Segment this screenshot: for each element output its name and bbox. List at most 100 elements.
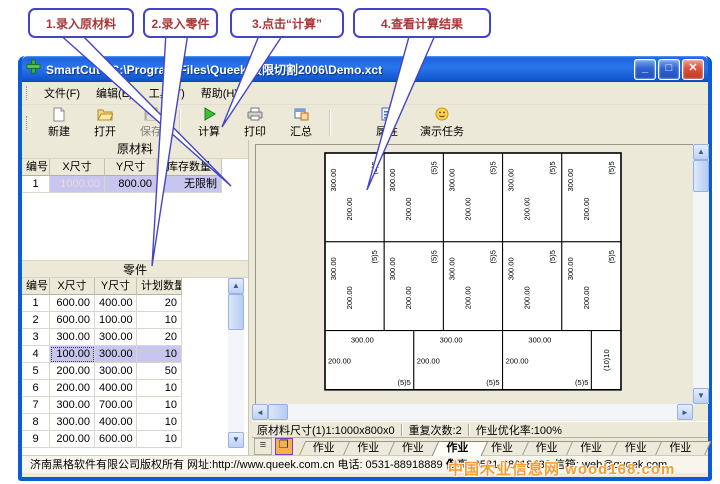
table-cell[interactable]: 600.00 [95,431,137,448]
materials-table: 编号X尺寸Y尺寸库存数量 11000.00800.00无限制 [22,159,248,193]
left-panel: 原材料 编号X尺寸Y尺寸库存数量11000.00800.00无限制 零件 编号X… [22,140,249,455]
menu-tools[interactable]: 工具(T) [141,83,193,103]
column-header[interactable]: 库存数量 [157,159,222,176]
table-cell[interactable]: 3 [22,329,50,346]
table-cell[interactable]: 4 [22,346,50,363]
table-cell[interactable]: 20 [137,295,182,312]
result-status-strip: 原材料尺寸(1)1:1000x800x0 重复次数:2 作业优化率:100% [252,421,708,438]
column-header[interactable]: 编号 [22,159,50,176]
scroll-up-icon[interactable]: ▲ [228,278,244,294]
scroll-up-icon[interactable]: ▲ [693,144,709,160]
calculate-button[interactable]: 计算 [186,106,232,140]
callout-view-results: 4.查看计算结果 [353,8,491,38]
column-header[interactable]: X尺寸 [50,159,105,176]
svg-text:(5)5: (5)5 [397,378,410,387]
table-cell[interactable]: 100.00 [50,346,95,363]
table-cell[interactable]: 400.00 [95,414,137,431]
scroll-down-icon[interactable]: ▼ [228,432,244,448]
app-logo-icon [26,59,41,79]
table-cell[interactable]: 300.00 [95,346,137,363]
table-cell[interactable]: 50 [137,363,182,380]
tab-menu-icon[interactable]: ≡ [254,438,272,455]
table-cell[interactable]: 800.00 [105,176,157,193]
new-button[interactable]: 新建 [36,106,82,140]
properties-icon [381,107,394,123]
result-panel: 300.00200.00(5)5300.00200.00(5)5300.0020… [252,140,708,455]
table-cell[interactable]: 100.00 [95,312,137,329]
column-header[interactable]: 计划数量 [137,278,182,295]
menu-help[interactable]: 帮助(H) [193,83,246,103]
table-cell[interactable]: 300.00 [50,414,95,431]
menubar-gripper[interactable] [26,86,31,100]
menu-file[interactable]: 文件(F) [36,83,88,103]
table-cell[interactable]: 700.00 [95,397,137,414]
svg-text:(5)5: (5)5 [370,250,379,263]
summary-button[interactable]: 汇总 [278,106,324,140]
open-button[interactable]: 打开 [82,106,128,140]
menu-edit[interactable]: 编辑(E) [88,83,141,103]
table-cell[interactable]: 300.00 [50,397,95,414]
result-vertical-scrollbar[interactable]: ▲ ▼ [693,144,709,404]
maximize-button[interactable]: □ [658,59,680,80]
table-cell[interactable]: 600.00 [50,295,95,312]
table-cell[interactable]: 10 [137,380,182,397]
column-header[interactable]: Y尺寸 [105,159,157,176]
scroll-right-icon[interactable]: ► [677,404,693,420]
table-cell[interactable]: 200.00 [50,363,95,380]
open-folder-icon [97,107,113,123]
sheet-tab-9[interactable]: 作业9 [658,441,708,456]
demo-task-button[interactable]: 演示任务 [410,106,474,140]
callout-enter-parts: 2.录入零件 [143,8,218,38]
app-window: SmartCut - C:\Program Files\Queek\极限切割20… [18,56,712,481]
close-button[interactable]: ✕ [682,59,704,80]
table-cell[interactable]: 400.00 [95,295,137,312]
toolbar-gripper[interactable] [26,116,31,130]
table-cell[interactable]: 10 [137,414,182,431]
table-cell[interactable]: 10 [137,397,182,414]
table-cell[interactable]: 1 [22,295,50,312]
table-cell[interactable]: 8 [22,414,50,431]
svg-text:200.00: 200.00 [345,198,354,221]
table-cell[interactable]: 1000.00 [50,176,105,193]
table-cell[interactable]: 10 [137,312,182,329]
column-header[interactable]: 编号 [22,278,50,295]
scrollbar-thumb[interactable] [693,160,709,192]
table-cell[interactable]: 10 [137,431,182,448]
scrollbar-thumb[interactable] [228,294,244,330]
table-cell[interactable]: 10 [137,346,182,363]
column-header[interactable]: Y尺寸 [95,278,137,295]
table-cell[interactable]: 300.00 [95,329,137,346]
table-cell[interactable]: 1 [22,176,50,193]
tab-nav-icon[interactable]: ❐ [275,438,293,455]
table-cell[interactable]: 2 [22,312,50,329]
table-cell[interactable]: 300.00 [50,329,95,346]
scrollbar-thumb[interactable] [268,404,288,420]
table-cell[interactable]: 无限制 [157,176,222,193]
table-cell[interactable]: 600.00 [50,312,95,329]
window-title: SmartCut - C:\Program Files\Queek\极限切割20… [46,61,632,78]
calculate-play-icon [202,107,216,123]
print-button[interactable]: 打印 [232,106,278,140]
minimize-button[interactable]: _ [634,59,656,80]
table-cell[interactable]: 6 [22,380,50,397]
table-cell[interactable]: 400.00 [95,380,137,397]
properties-button[interactable]: 属性 [364,106,410,140]
table-cell[interactable]: 200.00 [50,431,95,448]
column-header[interactable]: X尺寸 [50,278,95,295]
result-horizontal-scrollbar[interactable]: ◄ ► [252,404,693,420]
sheet-tab-4[interactable]: 作业4 [435,441,485,456]
table-cell[interactable]: 9 [22,431,50,448]
table-cell[interactable]: 5 [22,363,50,380]
svg-text:300.00: 300.00 [440,336,463,345]
scroll-down-icon[interactable]: ▼ [693,388,709,404]
scroll-left-icon[interactable]: ◄ [252,404,268,420]
table-cell[interactable]: 7 [22,397,50,414]
svg-text:200.00: 200.00 [582,198,591,221]
parts-scrollbar[interactable]: ▲ ▼ [228,278,244,448]
svg-text:200.00: 200.00 [523,286,532,309]
save-button[interactable]: 保存 [128,106,174,140]
table-cell[interactable]: 300.00 [95,363,137,380]
table-cell[interactable]: 200.00 [50,380,95,397]
svg-text:200.00: 200.00 [582,286,591,309]
table-cell[interactable]: 20 [137,329,182,346]
